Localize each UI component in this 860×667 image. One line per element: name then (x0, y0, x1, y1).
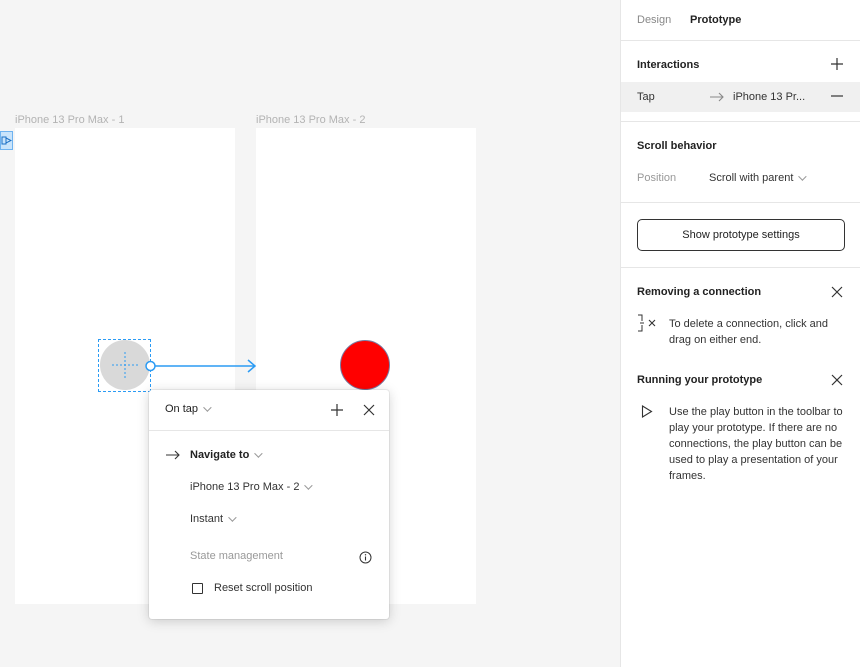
frame-1-label[interactable]: iPhone 13 Pro Max - 1 (15, 114, 124, 126)
play-frame-icon (1, 136, 13, 145)
removing-connection-text: To delete a connection, click and drag o… (669, 318, 828, 346)
info-icon (359, 551, 371, 563)
interaction-popup: On tap Navigate to iPhone 13 Pro Max - 2… (149, 390, 389, 619)
chevron-down-icon (254, 449, 263, 458)
minus-icon (831, 95, 843, 97)
animation-dropdown[interactable]: Instant (190, 513, 237, 525)
frame-2-label[interactable]: iPhone 13 Pro Max - 2 (256, 114, 365, 126)
add-action-button[interactable] (329, 402, 345, 418)
divider (621, 121, 860, 122)
close-running-prototype-button[interactable] (831, 374, 843, 386)
chevron-down-icon (203, 403, 212, 412)
running-prototype-text: Use the play button in the toolbar to pl… (669, 406, 843, 482)
divider (621, 267, 860, 268)
position-dropdown[interactable]: Scroll with parent (709, 172, 808, 184)
state-management-info-button[interactable] (357, 549, 373, 565)
animation-label: Instant (190, 513, 224, 525)
close-popup-button[interactable] (361, 402, 377, 418)
reset-scroll-option[interactable]: Reset scroll position (192, 582, 312, 594)
plus-icon (331, 404, 343, 416)
scroll-behavior-title: Scroll behavior (637, 140, 717, 152)
reset-scroll-checkbox[interactable] (192, 582, 203, 594)
chevron-down-icon (304, 481, 314, 490)
trigger-label: On tap (165, 403, 199, 415)
arrow-right-icon (710, 92, 724, 102)
removing-connection-title: Removing a connection (637, 286, 762, 298)
selection-box[interactable] (98, 339, 151, 392)
close-icon (831, 286, 843, 298)
play-icon (641, 405, 653, 418)
chevron-down-icon (228, 513, 237, 522)
arrow-right-icon (166, 450, 180, 460)
action-label: Navigate to (190, 449, 250, 461)
destination-label: iPhone 13 Pro Max - 2 (190, 481, 300, 493)
interaction-destination: iPhone 13 Pr... (733, 91, 806, 103)
trigger-dropdown[interactable]: On tap (165, 403, 212, 415)
close-icon (831, 374, 843, 386)
close-icon (363, 404, 375, 416)
interactions-title: Interactions (637, 59, 700, 71)
position-label: Position (637, 172, 677, 184)
show-prototype-settings-button[interactable]: Show prototype settings (637, 219, 845, 251)
plus-icon (831, 58, 843, 70)
divider (621, 40, 860, 41)
interaction-trigger: Tap (637, 91, 655, 103)
properties-panel: Design Prototype Interactions Tap iPhone… (620, 0, 860, 667)
destination-circle[interactable] (340, 340, 390, 390)
running-prototype-title: Running your prototype (637, 374, 763, 386)
action-dropdown[interactable]: Navigate to (166, 449, 263, 461)
tab-design[interactable]: Design (637, 14, 671, 26)
chevron-down-icon (798, 172, 808, 181)
position-value: Scroll with parent (709, 172, 794, 184)
state-management-label: State management (190, 550, 283, 562)
divider (621, 202, 860, 203)
destination-dropdown[interactable]: iPhone 13 Pro Max - 2 (190, 481, 314, 493)
interaction-row[interactable]: Tap iPhone 13 Pr... (621, 82, 860, 112)
add-interaction-button[interactable] (831, 58, 843, 70)
remove-interaction-button[interactable] (831, 90, 843, 102)
disconnect-icon (638, 314, 656, 332)
popup-header: On tap (149, 390, 389, 431)
close-removing-connection-button[interactable] (831, 286, 843, 298)
tab-prototype[interactable]: Prototype (690, 14, 741, 26)
reset-scroll-label: Reset scroll position (214, 582, 313, 594)
frame-selection-handle[interactable] (0, 131, 13, 150)
